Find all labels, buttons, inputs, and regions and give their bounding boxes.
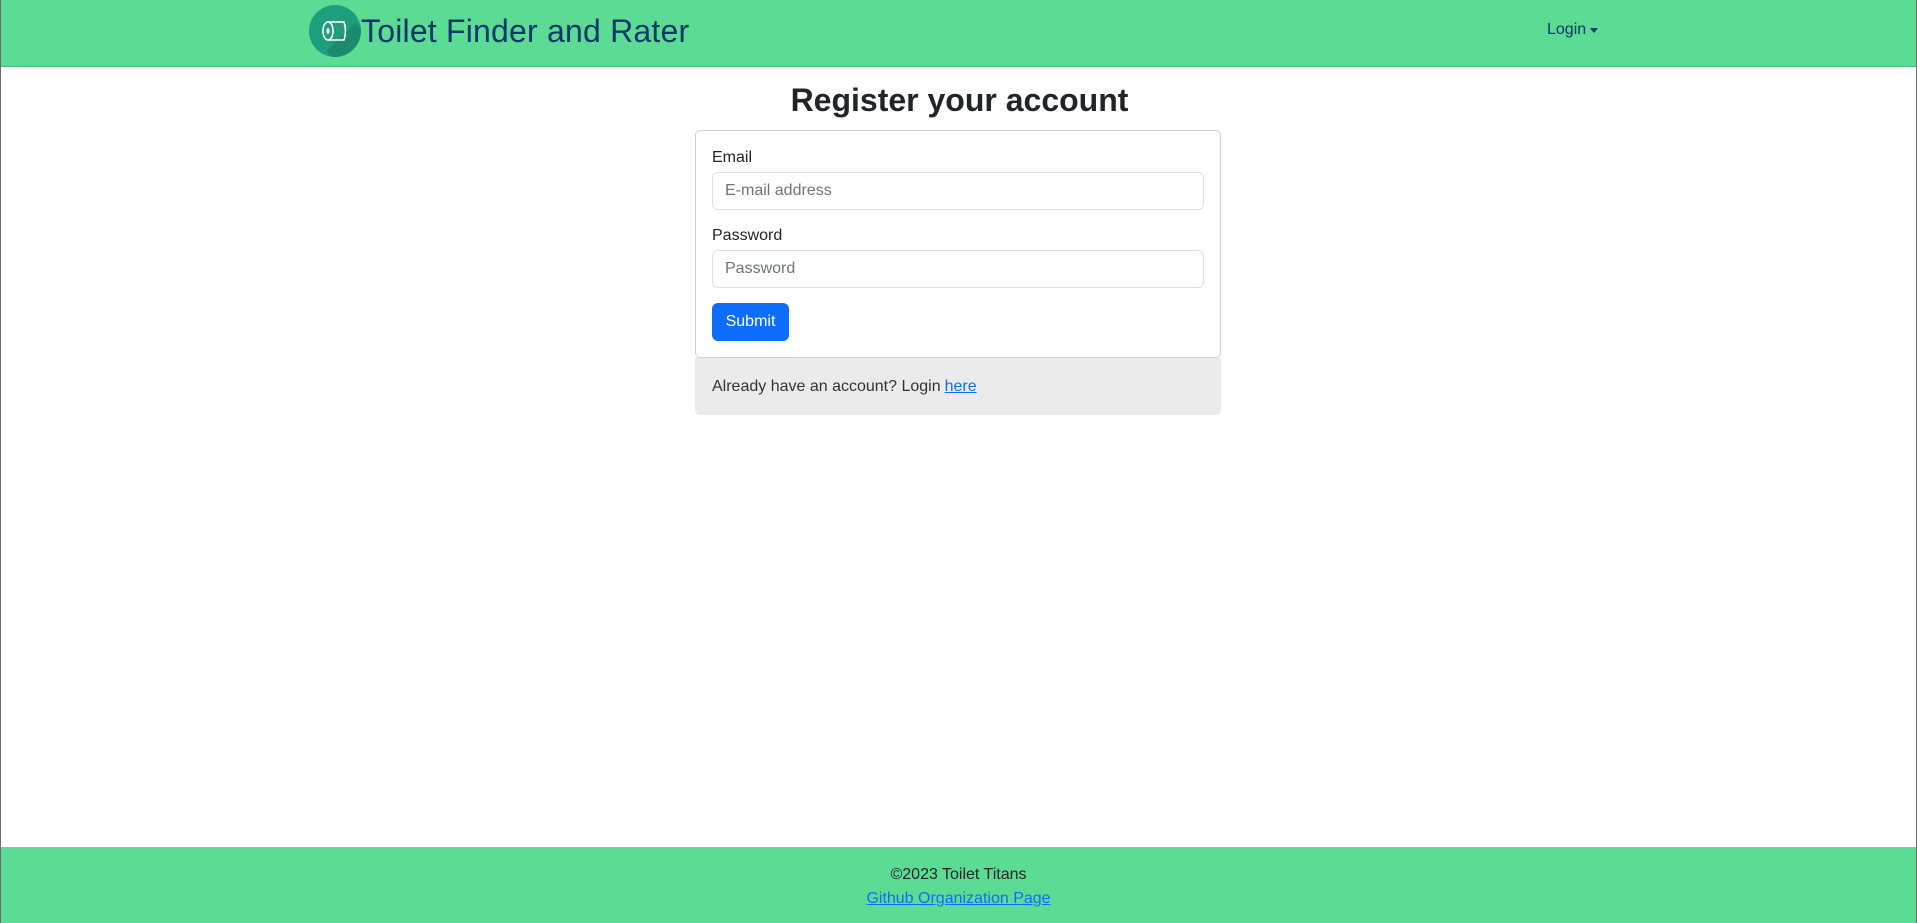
password-label: Password xyxy=(712,227,783,244)
card-footer: Already have an account? Login here xyxy=(695,358,1221,415)
password-input[interactable] xyxy=(712,250,1204,288)
page-footer: ©2023 Toilet Titans Github Organization … xyxy=(1,847,1916,923)
caret-down-icon xyxy=(1590,27,1599,33)
login-prompt-text: Already have an account? Login xyxy=(712,377,941,395)
login-here-link[interactable]: here xyxy=(945,378,977,396)
brand[interactable]: Toilet Finder and Rater xyxy=(309,5,689,57)
copyright-text: ©2023 Toilet Titans xyxy=(890,866,1027,883)
brand-title[interactable]: Toilet Finder and Rater xyxy=(361,13,689,50)
email-input[interactable] xyxy=(712,172,1204,210)
submit-button[interactable]: Submit xyxy=(712,303,789,341)
register-form-card: Email Password Submit xyxy=(695,130,1221,358)
github-organization-link[interactable]: Github Organization Page xyxy=(866,890,1050,907)
page-title: Register your account xyxy=(790,82,1129,118)
login-label: Login xyxy=(1547,21,1587,38)
login-dropdown-toggle[interactable]: Login xyxy=(1547,21,1599,39)
toilet-paper-icon xyxy=(309,5,361,57)
top-navbar: Toilet Finder and Rater Login xyxy=(1,0,1916,67)
email-label: Email xyxy=(712,149,753,166)
